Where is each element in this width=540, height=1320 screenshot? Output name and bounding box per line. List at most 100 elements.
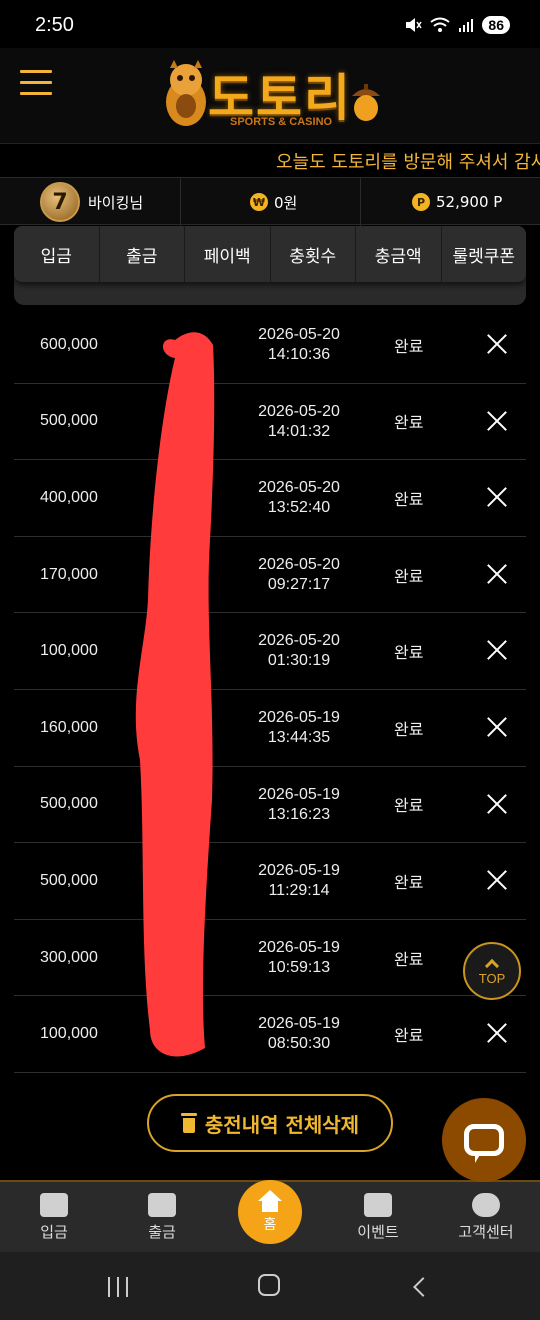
status-bar: 2:50 86	[0, 0, 540, 48]
delete-row-icon[interactable]	[486, 410, 508, 432]
cash-balance: ₩ 0원	[250, 178, 297, 226]
delete-all-history-button[interactable]: 충전내역 전체삭제	[147, 1094, 393, 1152]
deposit-datetime: 2026-05-19 13:44:35	[258, 708, 340, 746]
deposit-amount: 600,000	[40, 335, 98, 353]
tab-withdraw[interactable]: 출금	[100, 226, 185, 282]
deposit-amount: 100,000	[40, 1025, 98, 1043]
wifi-icon	[430, 17, 451, 32]
tab-charge-count[interactable]: 충횟수	[271, 226, 356, 282]
nav-home[interactable]: 홈	[238, 1170, 302, 1248]
deposit-status: 완료	[394, 489, 424, 509]
delete-all-label: 충전내역 전체삭제	[204, 1112, 360, 1137]
scroll-top-button[interactable]: TOP	[463, 942, 521, 1000]
deposit-datetime: 2026-05-19 13:16:23	[258, 785, 340, 823]
user-profile[interactable]: 7 바이킹님	[40, 178, 143, 226]
table-row: 600,000 2026-05-20 14:10:36 완료	[14, 307, 526, 384]
deposit-datetime: 2026-05-20 14:10:36	[258, 326, 340, 363]
deposit-datetime: 2026-05-20 09:27:17	[258, 555, 340, 593]
deposit-status: 완료	[394, 949, 424, 969]
nav-event[interactable]: 이벤트	[324, 1182, 432, 1252]
signal-icon	[459, 19, 474, 32]
acorn-icon	[352, 84, 380, 121]
deposit-amount: 300,000	[40, 948, 98, 966]
deposit-datetime: 2026-05-19 10:59:13	[258, 938, 340, 976]
user-info-bar: 7 바이킹님 ₩ 0원 P 52,900 P	[0, 177, 540, 226]
nav-support[interactable]: 고객센터	[432, 1182, 540, 1252]
battery-indicator: 86	[482, 16, 510, 34]
deposit-status: 완료	[394, 643, 424, 663]
trash-icon	[180, 1113, 197, 1133]
logo-subtitle: SPORTS & CASINO	[230, 116, 333, 128]
tab-charge-amount[interactable]: 충금액	[356, 226, 442, 282]
deposit-amount: 400,000	[40, 488, 98, 506]
deposit-amount: 500,000	[40, 412, 98, 430]
table-row: 500,000 2026-05-19 11:29:14 완료	[14, 843, 526, 920]
history-tabs: 입금 출금 페이백 충횟수 충금액 룰렛쿠폰	[14, 226, 526, 282]
delete-row-icon[interactable]	[486, 563, 508, 585]
cash-value: 0원	[274, 193, 298, 212]
home-icon	[258, 1190, 282, 1212]
deposit-amount: 500,000	[40, 871, 98, 889]
withdraw-icon	[148, 1192, 176, 1217]
delete-row-icon[interactable]	[486, 716, 508, 738]
gift-icon	[364, 1192, 392, 1217]
delete-row-icon[interactable]	[486, 639, 508, 661]
delete-row-icon[interactable]	[486, 1022, 508, 1044]
deposit-status: 완료	[394, 413, 424, 433]
point-coin-icon: P	[412, 193, 430, 211]
table-row: 100,000 2026-05-19 08:50:30 완료	[14, 996, 526, 1073]
status-icons: 86	[404, 16, 510, 34]
announcement-marquee: 오늘도 도토리를 방문해 주셔서 감사	[0, 143, 540, 177]
android-home-icon[interactable]	[258, 1274, 280, 1296]
table-row: 500,000 2026-05-19 13:16:23 완료	[14, 767, 526, 844]
nav-deposit[interactable]: 입금	[0, 1182, 108, 1252]
back-icon[interactable]	[413, 1277, 433, 1297]
clock: 2:50	[35, 14, 74, 36]
recent-apps-icon[interactable]	[108, 1277, 128, 1297]
user-name: 바이킹님	[88, 193, 144, 212]
site-logo[interactable]: 도토리 SPORTS & CASINO	[160, 56, 385, 136]
table-row: 170,000 2026-05-20 09:27:17 완료	[14, 537, 526, 614]
tab-payback[interactable]: 페이백	[185, 226, 271, 282]
chat-bubble-icon	[464, 1124, 504, 1163]
chat-bubbles-icon	[472, 1192, 500, 1217]
delete-row-icon[interactable]	[486, 793, 508, 815]
table-row: 400,000 2026-05-20 13:52:40 완료	[14, 460, 526, 537]
hamburger-menu-icon[interactable]	[20, 70, 52, 96]
deposit-datetime: 2026-05-19 11:29:14	[258, 862, 340, 900]
delete-row-icon[interactable]	[486, 869, 508, 891]
live-chat-button[interactable]	[442, 1098, 526, 1182]
deposit-card-icon	[40, 1192, 68, 1217]
table-row: 500,000 2026-05-20 14:01:32 완료	[14, 384, 526, 461]
mute-icon	[406, 18, 423, 32]
tab-deposit[interactable]: 입금	[14, 226, 100, 282]
table-row: 300,000 2026-05-19 10:59:13 완료	[14, 920, 526, 997]
delete-row-icon[interactable]	[486, 486, 508, 508]
deposit-amount: 170,000	[40, 565, 98, 583]
table-row: 100,000 2026-05-20 01:30:19 완료	[14, 613, 526, 690]
site-header: 도토리 SPORTS & CASINO	[0, 48, 540, 143]
deposit-datetime: 2026-05-20 14:01:32	[258, 402, 340, 440]
deposit-status: 완료	[394, 872, 424, 892]
deposit-history-list: 600,000 2026-05-20 14:10:36 완료 500,000 20…	[14, 307, 526, 1073]
marquee-text: 오늘도 도토리를 방문해 주셔서 감사	[276, 152, 540, 173]
point-value: 52,900 P	[436, 193, 503, 211]
deposit-status: 완료	[394, 566, 424, 586]
deposit-status: 완료	[394, 1026, 424, 1046]
deposit-datetime: 2026-05-20 13:52:40	[258, 479, 340, 517]
level-badge: 7	[40, 182, 80, 222]
deposit-amount: 100,000	[40, 642, 98, 660]
tab-roulette-coupon[interactable]: 룰렛쿠폰	[442, 226, 527, 282]
delete-row-icon[interactable]	[486, 333, 508, 355]
table-row: 160,000 2026-05-19 13:44:35 완료	[14, 690, 526, 767]
nav-withdraw[interactable]: 출금	[108, 1182, 216, 1252]
deposit-status: 완료	[394, 719, 424, 739]
deposit-datetime: 2026-05-19 08:50:30	[258, 1015, 340, 1053]
point-balance: P 52,900 P	[412, 178, 502, 226]
android-navigation-bar	[0, 1252, 540, 1320]
squirrel-mascot-icon	[166, 60, 206, 126]
deposit-status: 완료	[394, 336, 424, 356]
deposit-amount: 160,000	[40, 718, 98, 736]
deposit-status: 완료	[394, 796, 424, 816]
deposit-datetime: 2026-05-20 01:30:19	[258, 632, 340, 670]
